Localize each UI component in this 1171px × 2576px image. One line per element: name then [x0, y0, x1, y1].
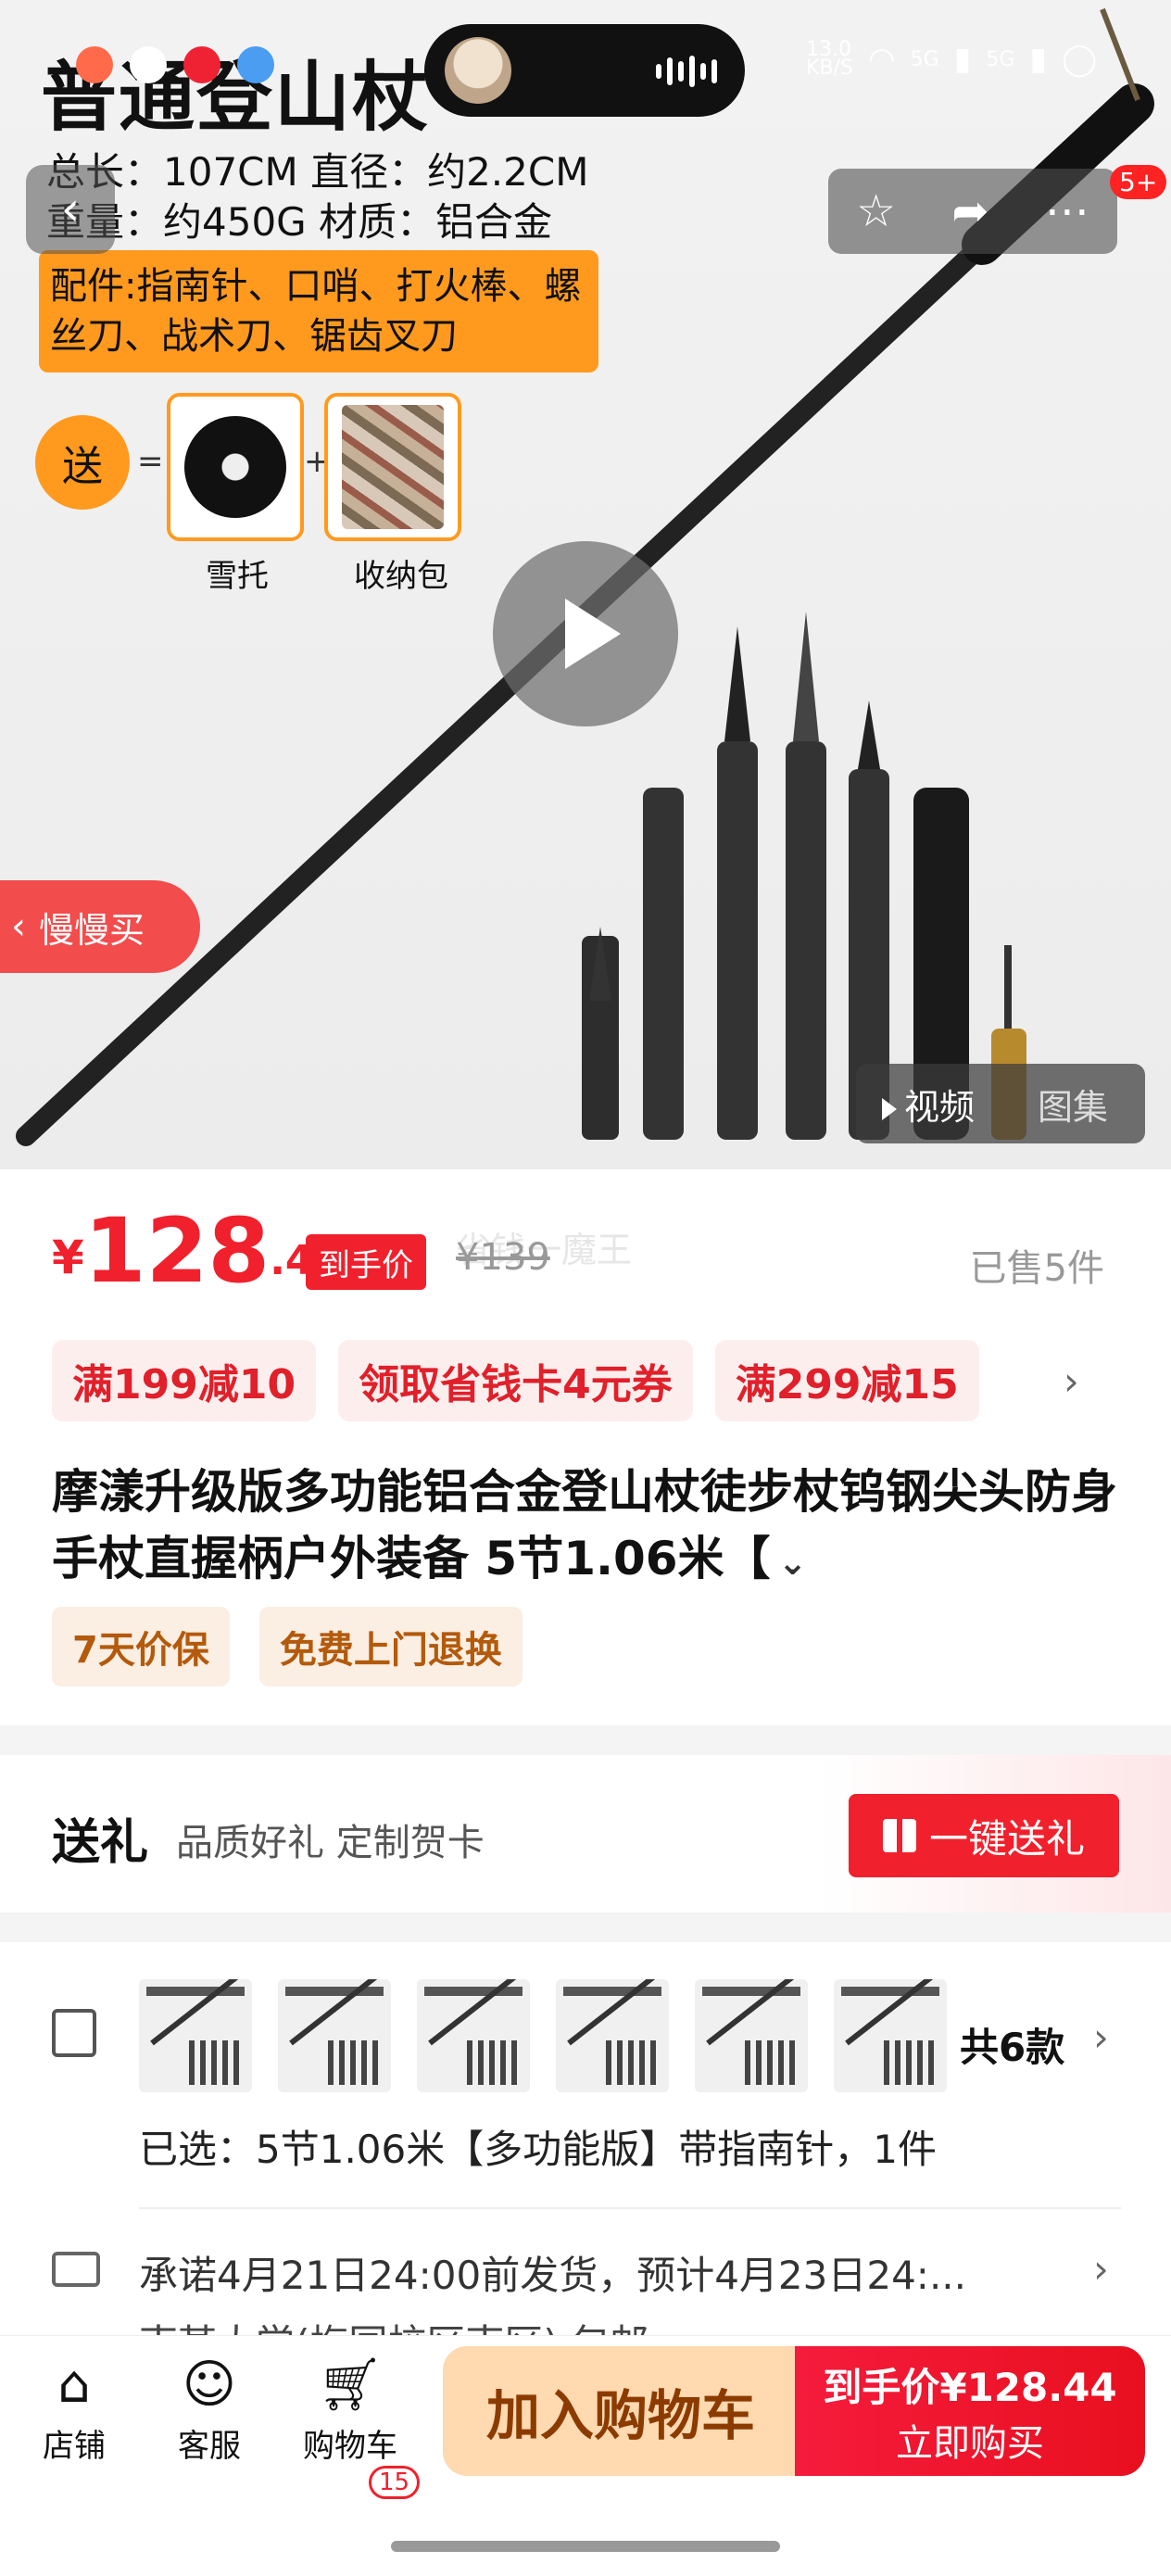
gift-label-pouch: 收纳包: [354, 558, 448, 595]
sku-selected[interactable]: 已选：5节1.06米【多功能版】带指南针，1件: [139, 2118, 937, 2175]
cart-icon: 🛒︎: [317, 2355, 384, 2415]
audio-wave-icon: [656, 56, 717, 87]
status-indicators: 13.0 KB/S ◠ 5G ▮ 5G ▮ ◯: [806, 38, 1098, 80]
signal-bars-icon: ▮: [1029, 41, 1048, 78]
chevron-right-icon[interactable]: ›: [1093, 2246, 1109, 2292]
weibo-icon: [76, 46, 113, 83]
play-icon: [565, 599, 621, 669]
truck-icon: [52, 2252, 100, 2287]
gift-pouch-image: [324, 393, 461, 541]
slow-buy-label: 慢慢买: [39, 909, 145, 951]
gift-badge: 送: [35, 415, 130, 510]
sku-select-icon: [52, 2009, 96, 2057]
promo-coupon[interactable]: 领取省钱卡4元券: [338, 1340, 693, 1421]
sku-thumbnail[interactable]: [834, 1979, 947, 2092]
media-tabs: 视频 图集: [856, 1064, 1145, 1143]
chevron-right-icon[interactable]: ›: [1064, 1358, 1079, 1404]
product-title[interactable]: 摩漾升级版多功能铝合金登山杖徒步杖钨钢尖头防身手杖直握柄户外装备 5节1.06米…: [52, 1458, 1117, 1596]
chat-icon: [237, 46, 274, 83]
price-integer: 128: [83, 1199, 271, 1303]
battery-icon: ◯: [1062, 41, 1098, 78]
buy-now-label: 立即购买: [896, 2421, 1044, 2465]
app-icon: [130, 46, 167, 83]
avatar: [445, 37, 511, 104]
final-price-tag: 到手价: [306, 1234, 426, 1290]
back-button[interactable]: ‹: [26, 165, 115, 254]
service-tag[interactable]: 免费上门退换: [258, 1607, 523, 1686]
send-gift-label: 一键送礼: [928, 1815, 1085, 1862]
tab-video[interactable]: 视频: [856, 1079, 1001, 1130]
price-currency: ¥: [52, 1231, 84, 1284]
share-icon[interactable]: ➦: [951, 185, 988, 237]
promotion-list: 满199减10 领取省钱卡4元券 满299减15: [52, 1340, 979, 1421]
promo-coupon[interactable]: 满199减10: [52, 1340, 317, 1421]
play-small-icon: [881, 1098, 897, 1120]
nav-cart-label: 购物车: [303, 2428, 397, 2465]
status-app-icons: [76, 46, 274, 83]
spec-length-diameter: 总长：107CM 直径：约2.2CM: [46, 149, 589, 195]
store-icon: ⌂: [57, 2354, 91, 2415]
slow-buy-button[interactable]: ‹ 慢慢买: [0, 880, 200, 973]
accessories-banner: 配件:指南针、口哨、打火棒、螺丝刀、战术刀、锯齿叉刀: [39, 250, 598, 373]
sku-thumbnails: [139, 1979, 947, 2092]
signal-bars-icon: ▮: [953, 41, 972, 78]
promo-coupon[interactable]: 满299减15: [714, 1340, 979, 1421]
pouch-icon: [342, 405, 444, 529]
sku-thumbnail[interactable]: [695, 1979, 808, 2092]
service-tags: 7天价保 免费上门退换: [52, 1607, 523, 1686]
gift-label-snow-basket: 雪托: [206, 558, 269, 595]
dynamic-island[interactable]: [424, 24, 745, 117]
chevron-left-icon: ‹: [60, 182, 81, 237]
buy-now-button[interactable]: 到手价¥128.44 立即购买: [795, 2346, 1145, 2476]
smile-icon: ☺: [182, 2354, 237, 2415]
gift-equals-sign: =: [137, 443, 164, 480]
chevron-right-icon[interactable]: ›: [1093, 2014, 1109, 2060]
tab-video-label: 视频: [903, 1086, 975, 1128]
shipping-promise[interactable]: 承诺4月21日24:00前发货，预计4月23日24:...: [139, 2244, 1047, 2301]
spec-weight-material: 重量：约450G 材质：铝合金: [46, 199, 553, 245]
signal-5g-1: 5G: [910, 47, 939, 71]
video-play-button[interactable]: [493, 541, 678, 726]
product-hero-image[interactable]: 普通登山杖 总长：107CM 直径：约2.2CM 重量：约450G 材质：铝合金…: [0, 0, 1171, 1169]
top-action-bar: ☆ ➦ ⋯: [828, 169, 1117, 254]
chevron-down-icon[interactable]: ⌄: [778, 1529, 808, 1596]
send-gift-button[interactable]: 一键送礼: [849, 1794, 1119, 1877]
network-speed: 13.0 KB/S: [806, 38, 853, 80]
original-price: ¥139: [456, 1236, 550, 1279]
gift-box-icon: [882, 1819, 916, 1852]
divider: [139, 2207, 1121, 2209]
add-to-cart-button[interactable]: 加入购物车: [443, 2346, 799, 2476]
service-tag[interactable]: 7天价保: [52, 1607, 230, 1686]
sku-thumbnail[interactable]: [417, 1979, 530, 2092]
signal-5g-2: 5G: [986, 47, 1015, 71]
sku-thumbnail[interactable]: [556, 1979, 669, 2092]
home-indicator[interactable]: [391, 2541, 780, 2552]
nav-store[interactable]: ⌂ 店铺: [19, 2348, 130, 2466]
nav-customer-service[interactable]: ☺ 客服: [154, 2348, 265, 2466]
cart-count-badge: 15: [369, 2466, 421, 2499]
nav-store-label: 店铺: [43, 2428, 106, 2465]
tab-gallery[interactable]: 图集: [1001, 1079, 1145, 1130]
snow-basket-icon: [184, 416, 286, 518]
netease-music-icon: [183, 46, 220, 83]
nav-service-label: 客服: [178, 2428, 241, 2465]
wifi-icon: ◠: [867, 41, 896, 78]
product-title-text: 摩漾升级版多功能铝合金登山杖徒步杖钨钢尖头防身手杖直握柄户外装备 5节1.06米…: [52, 1465, 1117, 1585]
chevron-left-icon: ‹: [11, 905, 26, 948]
gift-section-title: 送礼: [52, 1815, 149, 1871]
sold-count: 已售5件: [969, 1247, 1104, 1290]
sku-thumbnail[interactable]: [139, 1979, 252, 2092]
buy-price-label: 到手价¥128.44: [823, 2364, 1117, 2410]
favorite-star-icon[interactable]: ☆: [856, 185, 896, 237]
sku-count[interactable]: 共6款: [960, 2016, 1064, 2073]
gift-section-subtitle: 品质好礼 定制贺卡: [176, 1822, 485, 1864]
price: ¥ 128 .44: [52, 1205, 342, 1297]
more-icon[interactable]: ⋯: [1045, 185, 1089, 237]
gift-snow-basket-image: [167, 393, 304, 541]
sku-thumbnail[interactable]: [278, 1979, 391, 2092]
message-badge: 5+: [1110, 165, 1167, 199]
nav-cart[interactable]: 🛒︎ 购物车 15: [295, 2348, 421, 2499]
product-detail-page: 普通登山杖 总长：107CM 直径：约2.2CM 重量：约450G 材质：铝合金…: [0, 0, 1171, 2576]
